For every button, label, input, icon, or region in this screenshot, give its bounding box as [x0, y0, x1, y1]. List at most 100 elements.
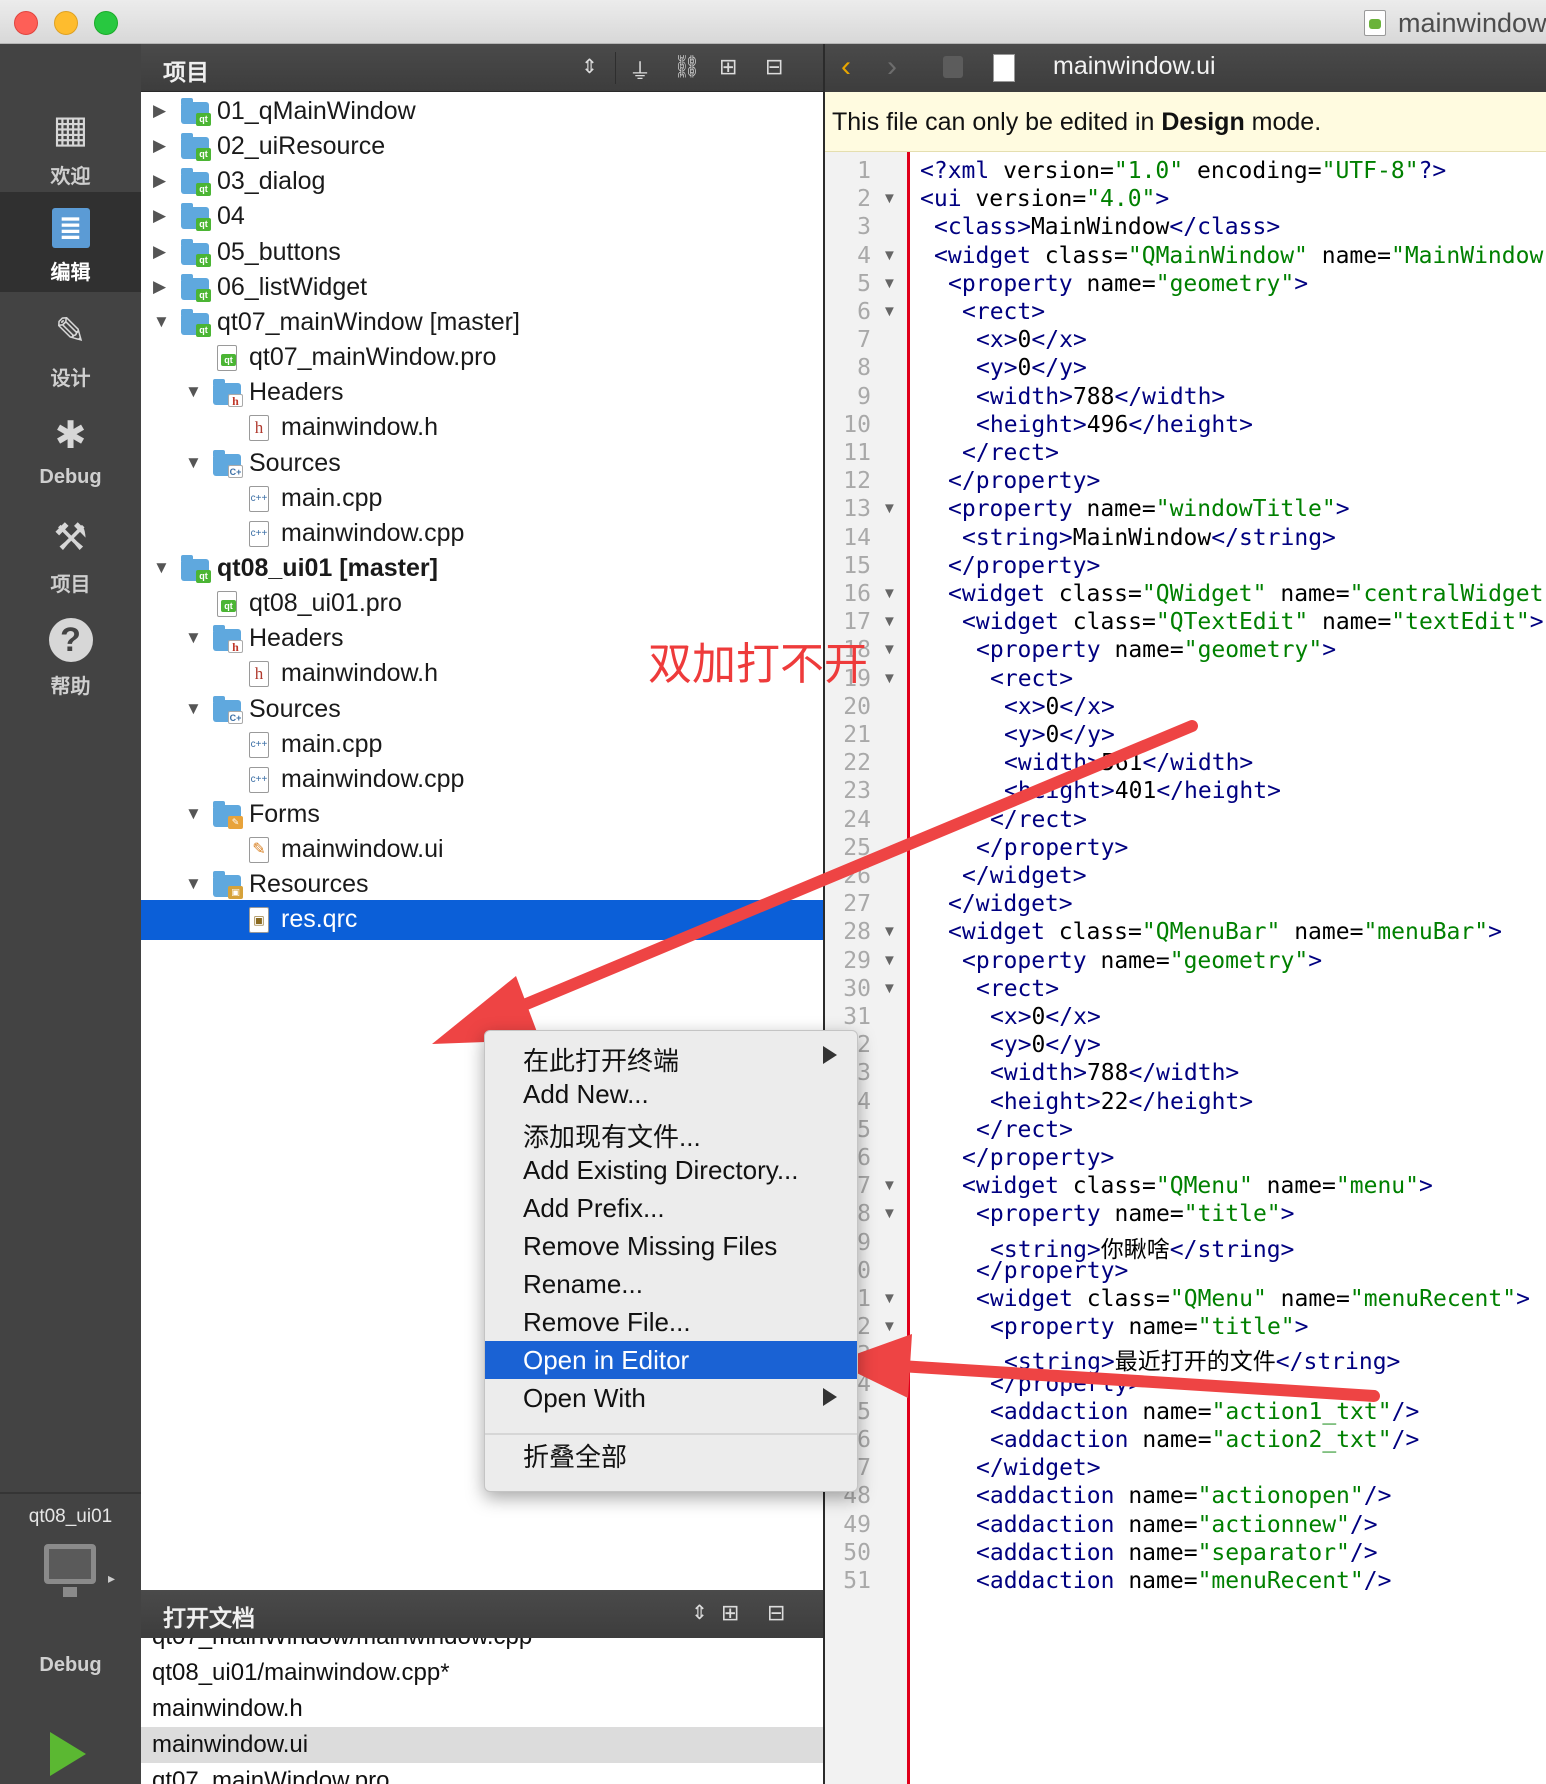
go-back-icon[interactable]: ‹	[841, 50, 851, 84]
split-pane-icon[interactable]: ⊞	[721, 1600, 739, 1626]
open-document-item[interactable]: mainwindow.ui	[141, 1727, 823, 1763]
expand-arrow-icon[interactable]: ▶	[153, 171, 166, 191]
close-pane-icon[interactable]: ⊟	[767, 1600, 785, 1626]
fold-marker-icon[interactable]: ▼	[882, 190, 897, 207]
mode-welcome[interactable]: ▦ 欢迎	[0, 92, 141, 192]
tree-item[interactable]: ▶ qt 04	[141, 197, 823, 237]
fold-marker-icon[interactable]: ▼	[882, 923, 897, 940]
collapse-arrow-icon[interactable]: ▼	[185, 804, 202, 824]
view-selector-updown-icon[interactable]: ⇕	[581, 54, 598, 79]
mode-projects[interactable]: ⚒ 项目	[0, 500, 141, 600]
tree-item[interactable]: ▶ qt 05_buttons	[141, 233, 823, 273]
fold-marker-icon[interactable]: ▼	[882, 641, 897, 658]
collapse-arrow-icon[interactable]: ▼	[185, 382, 202, 402]
context-menu-item[interactable]: Add Existing Directory...	[485, 1151, 857, 1189]
fold-marker-icon[interactable]: ▼	[882, 303, 897, 320]
zoom-window-button[interactable]	[94, 11, 118, 35]
split-pane-icon[interactable]: ⊞	[719, 54, 737, 80]
tree-item[interactable]: ▼ ▣ Resources	[141, 865, 823, 905]
expand-arrow-icon[interactable]: ▶	[153, 101, 166, 121]
open-document-item[interactable]: qt07_mainWindow/mainwindow.cpp	[141, 1638, 823, 1655]
tree-item[interactable]: ▶ qt 03_dialog	[141, 162, 823, 202]
expand-arrow-icon[interactable]: ▶	[153, 206, 166, 226]
kit-selector-monitor-icon[interactable]	[44, 1544, 96, 1597]
mode-debug[interactable]: ✱ Debug	[0, 398, 141, 498]
fold-marker-icon[interactable]: ▼	[882, 500, 897, 517]
context-menu-item[interactable]: Remove File...	[485, 1303, 857, 1341]
fold-marker-icon[interactable]: ▼	[882, 952, 897, 969]
context-menu-item[interactable]: Remove Missing Files	[485, 1227, 857, 1265]
minimize-window-button[interactable]	[54, 11, 78, 35]
close-window-button[interactable]	[14, 11, 38, 35]
fold-marker-icon[interactable]: ▼	[882, 613, 897, 630]
kit-build-config: Debug	[39, 1654, 102, 1676]
context-menu-item[interactable]: 添加现有文件...	[485, 1113, 857, 1152]
tree-item[interactable]: qt07_mainWindow.pro	[141, 338, 823, 378]
collapse-arrow-icon[interactable]: ▼	[185, 453, 202, 473]
mode-edit[interactable]: ≣ 编辑	[0, 192, 141, 292]
collapse-arrow-icon[interactable]: ▼	[185, 628, 202, 648]
expand-arrow-icon[interactable]: ▶	[153, 136, 166, 156]
code-line: </property>	[990, 1371, 1142, 1397]
fold-marker-icon[interactable]: ▼	[882, 275, 897, 292]
collapse-arrow-icon[interactable]: ▼	[153, 312, 170, 332]
tree-item[interactable]: ▶ qt 02_uiResource	[141, 127, 823, 167]
code-token: <addaction	[976, 1568, 1115, 1594]
fold-marker-icon[interactable]: ▼	[882, 1318, 897, 1335]
tree-item[interactable]: ▼ qt qt07_mainWindow [master]	[141, 303, 823, 343]
file-lock-icon[interactable]	[943, 56, 963, 78]
fold-marker-icon[interactable]: ▼	[882, 1177, 897, 1194]
fold-marker-icon[interactable]: ▼	[882, 670, 897, 687]
collapse-arrow-icon[interactable]: ▼	[185, 874, 202, 894]
fold-marker-icon[interactable]: ▼	[882, 1290, 897, 1307]
run-button[interactable]	[50, 1732, 86, 1776]
tree-item[interactable]: ▼ qt qt08_ui01 [master]	[141, 549, 823, 589]
close-pane-icon[interactable]: ⊟	[765, 54, 783, 80]
line-number: 26	[843, 863, 871, 889]
menu-item-label: Remove Missing Files	[523, 1231, 778, 1261]
collapse-arrow-icon[interactable]: ▼	[153, 558, 170, 578]
expand-arrow-icon[interactable]: ▶	[153, 277, 166, 297]
tree-item[interactable]: c++ main.cpp	[141, 725, 823, 765]
tree-item[interactable]: h mainwindow.h	[141, 408, 823, 448]
tree-item[interactable]: ▼ C+ Sources	[141, 690, 823, 730]
tree-item[interactable]: ✎ mainwindow.ui	[141, 830, 823, 870]
fold-marker-icon[interactable]: ▼	[882, 585, 897, 602]
tree-item[interactable]: ▶ qt 01_qMainWindow	[141, 92, 823, 132]
tree-item[interactable]: qt08_ui01.pro	[141, 584, 823, 624]
mode-design[interactable]: ✎ 设计	[0, 294, 141, 394]
view-selector-updown-icon[interactable]: ⇕	[691, 1600, 708, 1625]
fold-marker-icon[interactable]: ▼	[882, 1205, 897, 1222]
tree-item[interactable]: c++ mainwindow.cpp	[141, 514, 823, 554]
open-document-item[interactable]: qt08_ui01/mainwindow.cpp*	[141, 1655, 823, 1691]
tree-item[interactable]: ▼ C+ Sources	[141, 444, 823, 484]
kit-expand-arrow-icon[interactable]: ▸	[108, 1570, 115, 1587]
context-menu-item[interactable]: Rename...	[485, 1265, 857, 1303]
go-forward-icon[interactable]: ›	[887, 50, 897, 84]
expand-arrow-icon[interactable]: ▶	[153, 242, 166, 262]
open-document-item[interactable]: qt07_mainWindow.pro	[141, 1763, 823, 1784]
link-with-editor-icon[interactable]: ⛓	[673, 54, 701, 80]
tree-item[interactable]: c++ mainwindow.cpp	[141, 760, 823, 800]
tree-item[interactable]: ▼ ✎ Forms	[141, 795, 823, 835]
mode-help[interactable]: ? 帮助	[0, 602, 141, 702]
context-menu-item[interactable]: Add Prefix...	[485, 1189, 857, 1227]
fold-marker-icon[interactable]: ▼	[882, 980, 897, 997]
tree-item-label: mainwindow.h	[281, 413, 439, 442]
context-menu-item[interactable]: Open in Editor	[485, 1341, 857, 1379]
tree-item[interactable]: ▼ h Headers	[141, 373, 823, 413]
context-menu-item[interactable]: Open With	[485, 1379, 857, 1417]
tree-item[interactable]: c++ main.cpp	[141, 479, 823, 519]
tree-item[interactable]: ▶ qt 06_listWidget	[141, 268, 823, 308]
code-token: name=	[1252, 1173, 1336, 1200]
context-menu-item[interactable]: Add New...	[485, 1075, 857, 1113]
collapse-arrow-icon[interactable]: ▼	[185, 699, 202, 719]
mode-label: 帮助	[50, 676, 91, 698]
editor-file-name[interactable]: mainwindow.ui	[1053, 52, 1216, 81]
tree-item[interactable]: ▣ res.qrc	[141, 900, 823, 941]
context-menu-item[interactable]: 折叠全部	[485, 1433, 857, 1472]
fold-marker-icon[interactable]: ▼	[882, 247, 897, 264]
filter-icon[interactable]: ⏚	[629, 54, 651, 86]
open-document-item[interactable]: mainwindow.h	[141, 1691, 823, 1727]
context-menu-item[interactable]: 在此打开终端	[485, 1037, 857, 1076]
